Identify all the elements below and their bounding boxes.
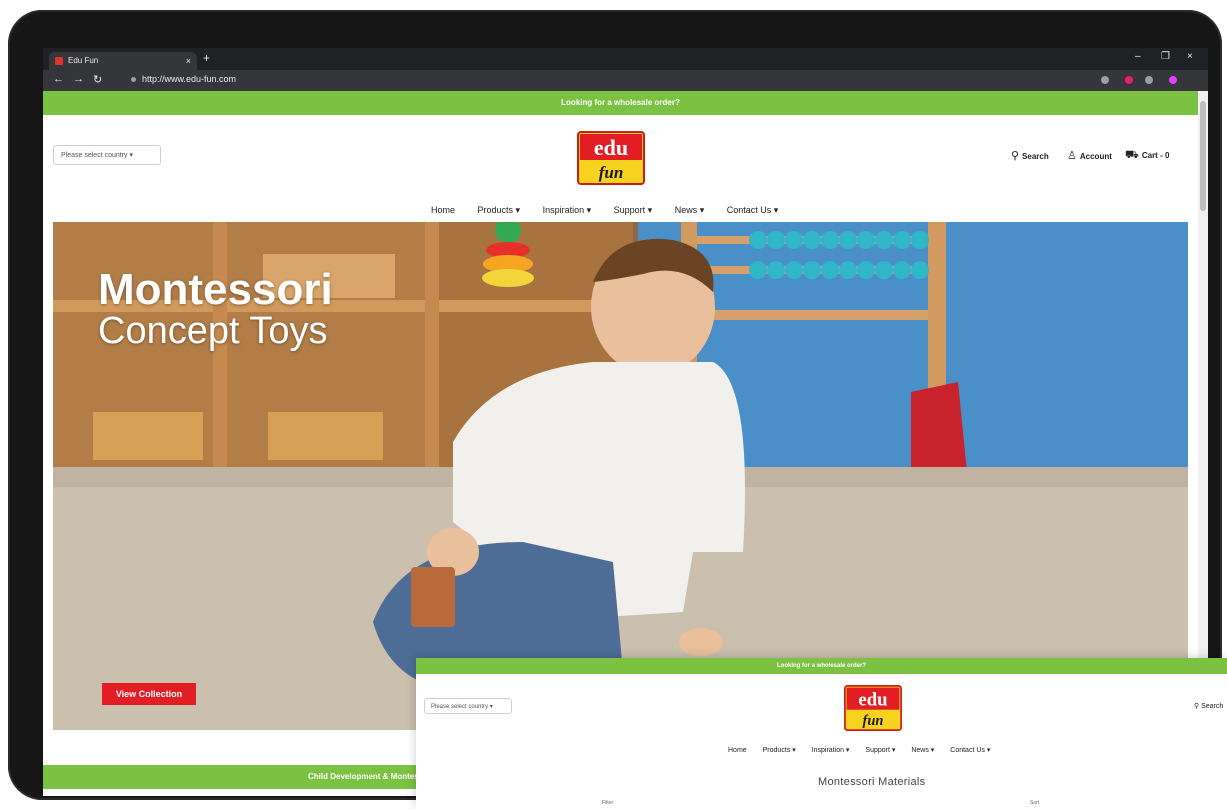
main-navigation: Home Products ▾ Inspiration ▾ Support ▾ … [431, 205, 798, 216]
browser-tab[interactable]: Edu Fun × [49, 52, 197, 70]
hero-title-line1: Montessori [98, 265, 333, 314]
view-collection-button[interactable]: View Collection [102, 683, 196, 705]
country-select[interactable]: Please select country ▾ [53, 145, 161, 165]
window-close-icon[interactable]: × [1187, 51, 1193, 62]
forward-icon[interactable]: → [73, 73, 84, 85]
overlay-nav-news[interactable]: News ▾ [911, 747, 934, 754]
overlay-nav-products[interactable]: Products ▾ [763, 747, 796, 754]
maximize-icon[interactable]: ❐ [1161, 51, 1170, 62]
overlay-search-label: Search [1201, 703, 1224, 710]
nav-contact-us[interactable]: Contact Us ▾ [727, 205, 779, 215]
overlay-nav-home[interactable]: Home [728, 747, 747, 754]
category-strip-text[interactable]: Child Development & Montessori [308, 765, 433, 789]
child-hand [679, 628, 723, 656]
back-icon[interactable]: ← [53, 73, 64, 85]
extension-icon[interactable] [1125, 76, 1133, 84]
profile-avatar[interactable] [1169, 76, 1177, 84]
account-button[interactable]: ♙ Account [1067, 149, 1112, 162]
hero-title: Montessori [98, 268, 333, 312]
overlay-main-navigation: Home Products ▾ Inspiration ▾ Support ▾ … [728, 746, 1004, 754]
logo-top-text: edu [858, 689, 887, 710]
collection-heading: Montessori Materials [818, 776, 926, 788]
browser-tab-bar: Edu Fun × + – ❐ × [43, 48, 1208, 70]
wooden-cylinder-toy [411, 567, 455, 627]
abacus-rod [689, 310, 934, 320]
new-tab-icon[interactable]: + [203, 51, 210, 65]
overlay-country-select[interactable]: Please select country ▾ [424, 698, 512, 714]
overlay-nav-inspiration[interactable]: Inspiration ▾ [812, 747, 850, 754]
hero-subtitle: Concept Toys [98, 310, 328, 352]
tab-close-icon[interactable]: × [186, 52, 191, 70]
cart-label: Cart - 0 [1141, 151, 1170, 160]
url-text: http://www.edu-fun.com [142, 74, 237, 84]
logo-bottom-text: fun [863, 713, 884, 729]
reload-icon[interactable]: ↻ [93, 73, 102, 86]
stacking-ring [482, 269, 534, 287]
nav-news[interactable]: News ▾ [675, 205, 705, 215]
cart-button[interactable]: ⛟ Cart - 0 [1125, 149, 1169, 163]
cart-icon: ⛟ [1125, 149, 1139, 161]
overlay-search-button[interactable]: ⚲ Search [1194, 702, 1223, 710]
logo-bottom-text: fun [599, 163, 624, 182]
account-label: Account [1079, 152, 1112, 161]
sort-label[interactable]: Sort [1030, 800, 1039, 806]
filter-label[interactable]: Filter [602, 800, 613, 806]
hero-banner: Montessori Concept Toys View Collection [53, 222, 1188, 730]
extensions-puzzle-icon[interactable] [1145, 76, 1153, 84]
bookmark-star-icon[interactable] [1101, 76, 1109, 84]
search-icon: ⚲ [1011, 150, 1020, 162]
nav-home[interactable]: Home [431, 205, 455, 215]
overlay-edu-fun-logo[interactable]: edu fun [844, 685, 902, 731]
nav-products[interactable]: Products ▾ [478, 205, 521, 215]
cylinder-block [93, 412, 203, 460]
nav-inspiration[interactable]: Inspiration ▾ [543, 205, 592, 215]
lock-icon [131, 77, 136, 83]
tab-title: Edu Fun [68, 56, 99, 65]
search-button[interactable]: ⚲ Search [1011, 149, 1049, 162]
secondary-page-screenshot: Looking for a wholesale order? Please se… [416, 658, 1227, 809]
search-label: Search [1022, 152, 1049, 161]
overlay-nav-support[interactable]: Support ▾ [865, 747, 895, 754]
address-bar: ← → ↻ http://www.edu-fun.com [43, 70, 1208, 91]
scrollbar-thumb[interactable] [1200, 101, 1206, 211]
shelf-divider [425, 222, 439, 467]
overlay-promo-bar[interactable]: Looking for a wholesale order? [416, 658, 1227, 674]
nav-support[interactable]: Support ▾ [614, 205, 653, 215]
wholesale-promo-bar[interactable]: Looking for a wholesale order? [43, 91, 1198, 115]
url-field[interactable]: http://www.edu-fun.com [131, 74, 236, 84]
overlay-nav-contact-us[interactable]: Contact Us ▾ [950, 747, 990, 754]
minimize-icon[interactable]: – [1135, 51, 1141, 62]
edu-fun-logo[interactable]: edu fun [577, 131, 645, 185]
cylinder-block [268, 412, 383, 460]
favicon-icon [55, 57, 63, 65]
user-icon: ♙ [1067, 150, 1077, 162]
logo-top-text: edu [594, 135, 628, 160]
